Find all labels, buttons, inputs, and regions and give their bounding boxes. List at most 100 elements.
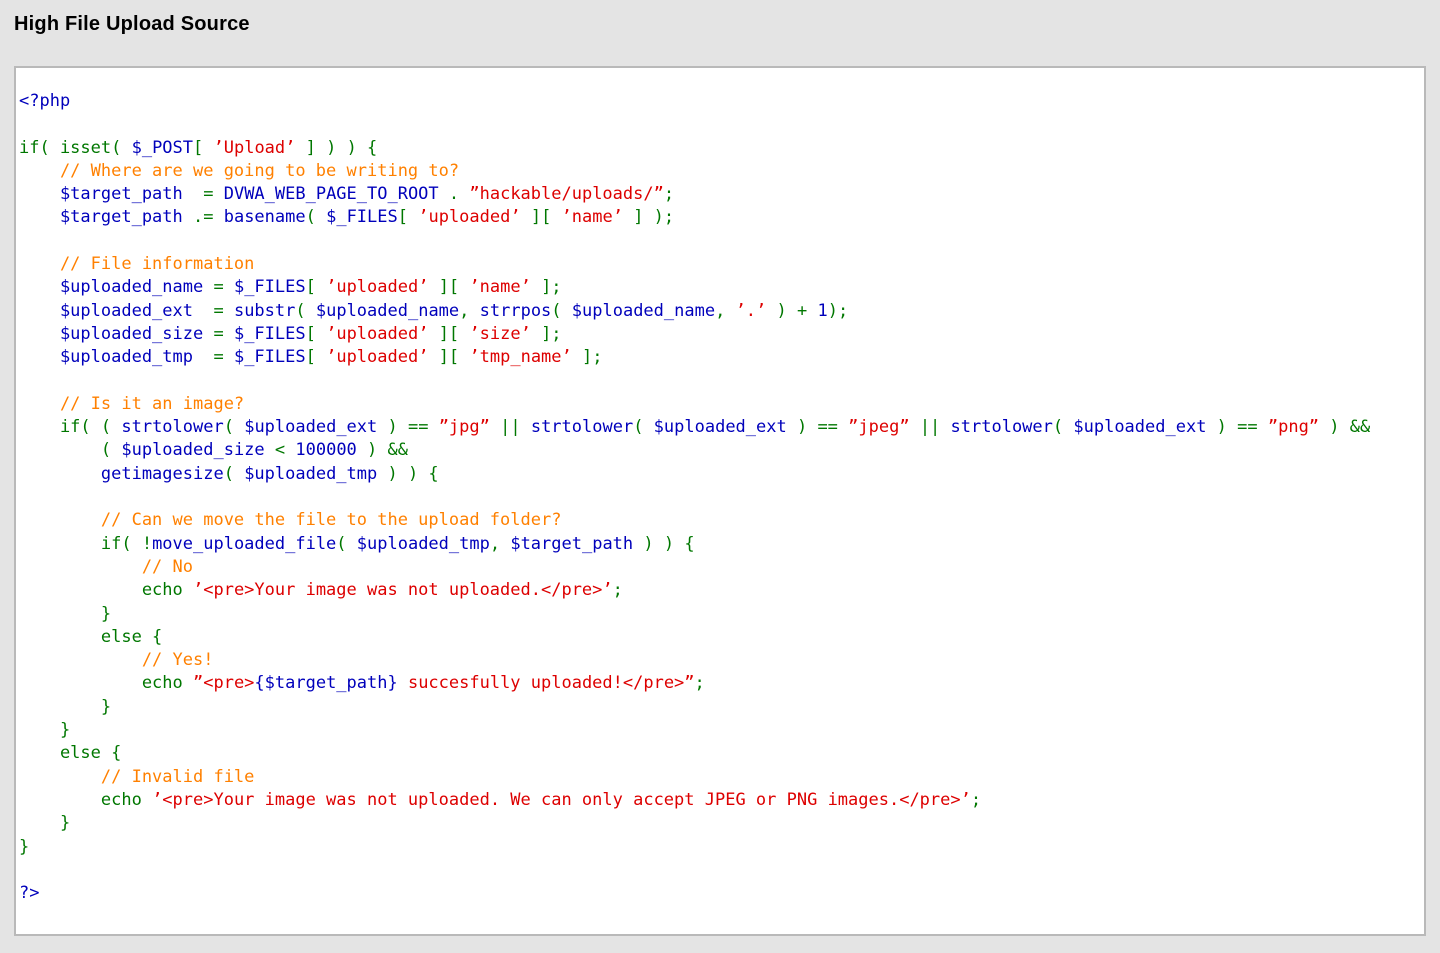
code-token: // Can we move the file to the upload fo…: [19, 510, 561, 530]
code-token: $uploaded_ext: [654, 417, 787, 437]
code-token: ][: [521, 207, 562, 227]
code-token: }: [19, 813, 70, 833]
code-line: getimagesize( $uploaded_tmp ) ) {: [19, 463, 1420, 486]
code-token: ”png”: [1268, 417, 1319, 437]
code-line: }: [19, 603, 1420, 626]
code-token: [: [306, 347, 326, 367]
code-token: // Invalid file: [19, 767, 254, 787]
code-token: ,: [490, 534, 510, 554]
code-token: ’size’: [469, 324, 530, 344]
code-token: ) +: [766, 301, 817, 321]
code-token: ][: [428, 277, 469, 297]
code-line: }: [19, 836, 1420, 859]
code-token: (: [551, 301, 571, 321]
code-token: =: [203, 324, 234, 344]
code-token: <: [265, 440, 296, 460]
code-token: $target_path: [19, 207, 183, 227]
code-token: =: [193, 347, 234, 367]
code-line: else {: [19, 626, 1420, 649]
code-token: ”<pre>: [193, 673, 254, 693]
code-line: [19, 859, 1420, 882]
code-token: // Where are we going to be writing to?: [19, 161, 459, 181]
code-token: =: [203, 277, 234, 297]
code-line: // Invalid file: [19, 766, 1420, 789]
code-line: $uploaded_ext = substr( $uploaded_name, …: [19, 300, 1420, 323]
code-token: else {: [19, 743, 121, 763]
code-token: ’uploaded’: [418, 207, 520, 227]
code-token: <?php: [19, 91, 70, 111]
code-token: ’Upload’: [214, 138, 296, 158]
code-token: ”hackable/uploads/”: [469, 184, 663, 204]
code-token: $uploaded_size: [19, 324, 203, 344]
page: { "page": { "title": "High File Upload S…: [0, 0, 1440, 953]
code-token: ’<pre>Your image was not uploaded.</pre>…: [193, 580, 613, 600]
code-token: if( !: [19, 534, 152, 554]
code-token: }: [19, 604, 111, 624]
code-token: strtolower: [531, 417, 633, 437]
code-token: basename: [224, 207, 306, 227]
code-token: ) ) {: [377, 464, 438, 484]
code-token: $_FILES: [234, 347, 306, 367]
code-token: (: [1053, 417, 1073, 437]
code-line: echo ”<pre>{$target_path} succesfully up…: [19, 672, 1420, 695]
code-token: echo: [19, 580, 193, 600]
code-line: ( $uploaded_size < 100000 ) &&: [19, 439, 1420, 462]
code-token: ) &&: [1319, 417, 1370, 437]
code-token: ][: [428, 347, 469, 367]
code-token: ,: [715, 301, 735, 321]
code-token: ;: [664, 184, 674, 204]
code-token: $uploaded_tmp: [19, 347, 193, 367]
code-token: $uploaded_name: [572, 301, 715, 321]
code-token: (: [224, 417, 244, 437]
code-token: $_POST: [132, 138, 193, 158]
code-token: // File information: [19, 254, 254, 274]
code-token: strrpos: [480, 301, 552, 321]
code-token: [: [398, 207, 418, 227]
code-line: ?>: [19, 882, 1420, 905]
code-token: ’name’: [469, 277, 530, 297]
code-token: ’<pre>Your image was not uploaded. We ca…: [152, 790, 971, 810]
code-token: ) ==: [377, 417, 438, 437]
code-line: if( !move_uploaded_file( $uploaded_tmp, …: [19, 533, 1420, 556]
code-token: ;: [695, 673, 705, 693]
code-token: [: [306, 277, 326, 297]
code-token: ||: [910, 417, 951, 437]
code-token: ];: [531, 277, 562, 297]
code-token: move_uploaded_file: [152, 534, 336, 554]
code-token: );: [828, 301, 848, 321]
code-line: }: [19, 696, 1420, 719]
code-token: if( isset(: [19, 138, 132, 158]
code-token: // No: [19, 557, 193, 577]
code-line: if( ( strtolower( $uploaded_ext ) == ”jp…: [19, 416, 1420, 439]
code-line: if( isset( $_POST[ ’Upload’ ] ) ) {: [19, 137, 1420, 160]
code-line: $target_path .= basename( $_FILES[ ’uplo…: [19, 206, 1420, 229]
code-token: ][: [428, 324, 469, 344]
code-token: }: [19, 697, 111, 717]
code-token: .=: [183, 207, 224, 227]
code-token: [: [306, 324, 326, 344]
code-token: =: [193, 301, 234, 321]
code-token: (: [633, 417, 653, 437]
code-token: ) ==: [787, 417, 848, 437]
code-token: $uploaded_name: [19, 277, 203, 297]
code-token: DVWA_WEB_PAGE_TO_ROOT: [224, 184, 439, 204]
code-token: ’name’: [562, 207, 623, 227]
code-token: }: [19, 720, 70, 740]
code-token: echo: [19, 790, 152, 810]
code-token: [: [193, 138, 213, 158]
code-token: }: [19, 837, 29, 857]
code-token: ;: [613, 580, 623, 600]
code-token: succesfully uploaded!</pre>”: [398, 673, 695, 693]
code-token: ’uploaded’: [326, 347, 428, 367]
code-token: $target_path: [19, 184, 183, 204]
code-line: echo ’<pre>Your image was not uploaded.<…: [19, 579, 1420, 602]
code-token: $uploaded_ext: [1073, 417, 1206, 437]
code-token: .: [439, 184, 470, 204]
code-token: ’uploaded’: [326, 324, 428, 344]
code-token: 1: [817, 301, 827, 321]
code-token: $uploaded_ext: [19, 301, 193, 321]
code-token: // Yes!: [19, 650, 213, 670]
code-token: ];: [531, 324, 562, 344]
code-token: $target_path: [510, 534, 633, 554]
code-line: [19, 113, 1420, 136]
